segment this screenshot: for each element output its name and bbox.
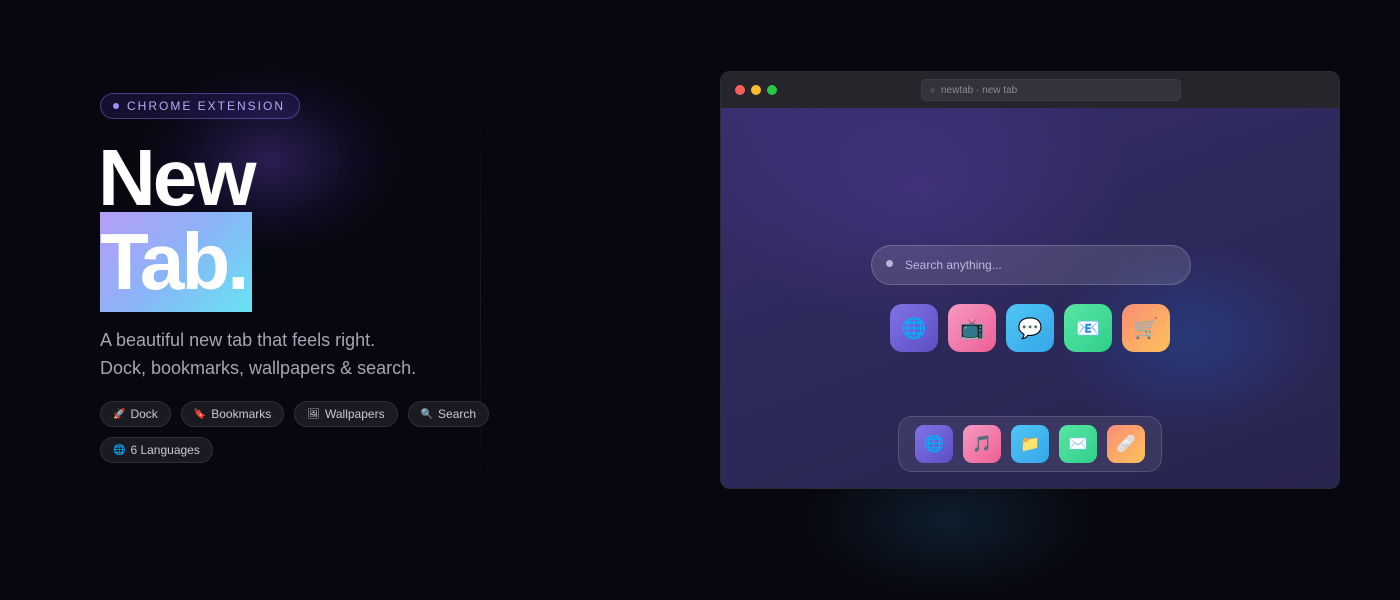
- hero-subtitle: A beautiful new tab that feels right. Do…: [100, 326, 416, 382]
- chip-label: Dock: [130, 407, 158, 421]
- subtitle-line-2: Dock, bookmarks, wallpapers & search.: [100, 358, 417, 378]
- globe-icon: 🌐: [924, 436, 944, 453]
- search-icon: 🔍: [420, 408, 434, 420]
- bandage-icon: 🩹: [1116, 436, 1136, 453]
- app-shortcut-globe[interactable]: 🌐: [890, 304, 938, 352]
- app-shortcut-tv[interactable]: 📺: [948, 304, 996, 352]
- dock-item-mail[interactable]: ✉️: [1059, 425, 1097, 463]
- url-dot-icon: [930, 87, 935, 93]
- tv-icon: 📺: [959, 317, 985, 340]
- feature-chips: 🚀 Dock 🔖 Bookmarks 🖼 Wallpapers 🔍 Search…: [100, 401, 520, 463]
- app-shortcut-cart[interactable]: 🛒: [1122, 304, 1170, 352]
- address-bar-text: newtab · new tab: [941, 84, 1018, 96]
- wallpaper-icon: 🖼: [307, 408, 320, 420]
- browser-window: newtab · new tab Search anything... 🌐 📺 …: [720, 71, 1340, 489]
- chip-label: Wallpapers: [324, 407, 385, 421]
- search-icon: [886, 259, 893, 267]
- bookmark-icon: 🔖: [193, 408, 207, 420]
- chip-label: Search: [438, 407, 477, 421]
- dock-item-bandage[interactable]: 🩹: [1107, 425, 1145, 463]
- dock-item-music[interactable]: 🎵: [963, 425, 1001, 463]
- app-shortcuts: 🌐 📺 💬 📧 🛒: [890, 304, 1170, 352]
- newtab-viewport: Search anything... 🌐 📺 💬 📧 🛒 🌐 🎵 📁 ✉️ 🩹: [721, 108, 1339, 488]
- badge-dot-icon: [113, 103, 119, 109]
- globe-icon: 🌐: [113, 444, 126, 456]
- feature-chip-wallpapers: 🖼 Wallpapers: [294, 401, 398, 427]
- subtitle-line-1: A beautiful new tab that feels right.: [100, 330, 376, 350]
- chat-icon: 💬: [1017, 317, 1043, 340]
- close-window-button[interactable]: [735, 85, 745, 95]
- minimize-window-button[interactable]: [751, 85, 761, 95]
- chip-label: Bookmarks: [211, 407, 272, 421]
- rocket-icon: 🚀: [113, 408, 126, 420]
- chip-label: 6 Languages: [130, 443, 200, 457]
- dock-item-globe[interactable]: 🌐: [915, 425, 953, 463]
- feature-chip-dock: 🚀 Dock: [100, 401, 171, 427]
- folder-icon: 📁: [1020, 436, 1040, 453]
- address-bar[interactable]: newtab · new tab: [921, 79, 1181, 101]
- maximize-window-button[interactable]: [767, 85, 777, 95]
- search-input[interactable]: Search anything...: [905, 258, 1002, 272]
- cart-icon: 🛒: [1133, 317, 1159, 340]
- music-icon: 🎵: [972, 436, 992, 453]
- feature-chip-search: 🔍 Search: [407, 401, 490, 427]
- app-shortcut-chat[interactable]: 💬: [1006, 304, 1054, 352]
- mail-icon: 📧: [1075, 317, 1101, 340]
- title-line-new: New: [98, 133, 256, 222]
- app-shortcut-mail[interactable]: 📧: [1064, 304, 1112, 352]
- feature-chip-languages: 🌐 6 Languages: [100, 437, 213, 463]
- chrome-extension-badge: CHROME EXTENSION: [100, 93, 301, 119]
- browser-titlebar: newtab · new tab: [721, 72, 1339, 109]
- feature-chip-bookmarks: 🔖 Bookmarks: [180, 401, 285, 427]
- envelope-icon: ✉️: [1068, 436, 1088, 453]
- dock: 🌐 🎵 📁 ✉️ 🩹: [898, 416, 1162, 472]
- badge-label: CHROME EXTENSION: [127, 99, 286, 113]
- search-bar[interactable]: Search anything...: [871, 245, 1191, 285]
- title-line-tab: Tab.: [100, 217, 250, 306]
- dock-item-folder[interactable]: 📁: [1011, 425, 1049, 463]
- globe-icon: 🌐: [901, 317, 927, 340]
